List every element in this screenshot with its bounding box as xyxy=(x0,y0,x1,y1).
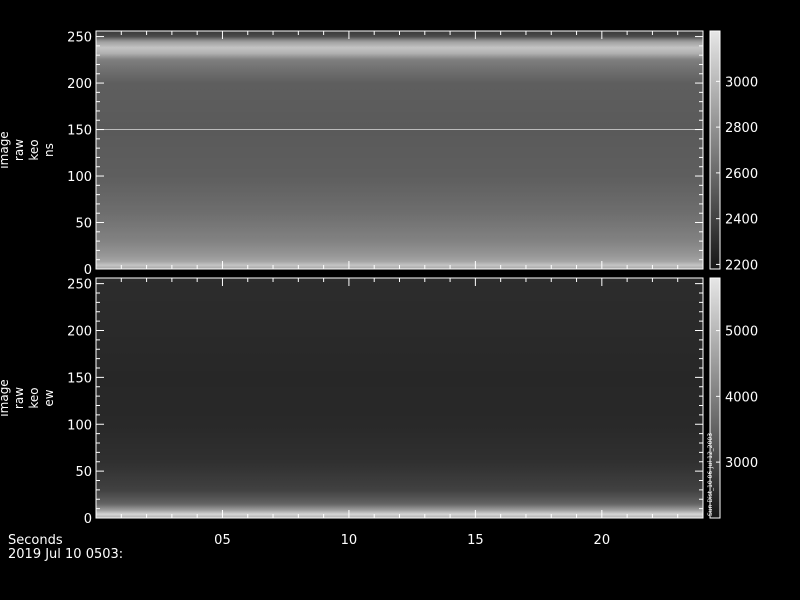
ns-ytick-label: 50 xyxy=(75,217,92,232)
ew-ylabel-line: ew xyxy=(42,389,56,406)
ew-ytick-label: 0 xyxy=(84,512,92,527)
x-axis-label: Seconds xyxy=(8,533,63,548)
ns-cbar-tick-label: 2400 xyxy=(725,213,758,228)
ew-ytick-label: 50 xyxy=(75,465,92,480)
ns-ytick-label: 150 xyxy=(67,124,92,139)
x-tick-label: 15 xyxy=(467,533,484,548)
colorbar-side-label: Sun Dist_10 06-Jul-12_2003 xyxy=(707,433,714,516)
ns-cbar-tick-label: 3000 xyxy=(725,75,758,90)
ew-ylabel-line: image xyxy=(0,379,11,416)
date-label: 2019 Jul 10 0503: xyxy=(8,547,123,562)
ew-ytick-label: 100 xyxy=(67,418,92,433)
ew-ytick-label: 250 xyxy=(67,278,92,293)
ns-heatmap-fill xyxy=(96,31,703,269)
ns-cbar-tick-label: 2600 xyxy=(725,167,758,182)
panel-ew: 0 50 100 150 200 250 image raw keo ew 3000 4000 50… xyxy=(0,277,758,527)
x-tick-label: 20 xyxy=(594,533,611,548)
ew-heatmap-fill xyxy=(96,278,703,518)
ns-ytick-label: 200 xyxy=(67,77,92,92)
x-tick-labels: 05 10 15 20 xyxy=(214,533,610,548)
ns-ylabel-line: ns xyxy=(42,143,56,157)
ns-ylabel-line: image xyxy=(0,131,11,168)
ew-ytick-label: 150 xyxy=(67,371,92,386)
ns-ylabel-line: keo xyxy=(27,139,41,160)
ns-cbar-tick-label: 2800 xyxy=(725,121,758,136)
ew-ylabel-line: raw xyxy=(12,387,26,409)
ns-colorbar xyxy=(709,30,721,270)
x-tick-label: 05 xyxy=(214,533,231,548)
ns-colorbar-ticks: 2200 2400 2600 2800 3000 xyxy=(716,75,758,273)
ew-ylabel-line: keo xyxy=(27,387,41,408)
ns-y-label: image raw keo ns xyxy=(0,131,56,168)
ew-colorbar-ticks: 3000 4000 5000 xyxy=(716,325,758,471)
ew-cbar-tick-label: 4000 xyxy=(725,390,758,405)
ew-ytick-label: 200 xyxy=(67,325,92,340)
ns-ytick-label: 100 xyxy=(67,170,92,185)
ns-ytick-label: 250 xyxy=(67,31,92,46)
ns-ylabel-line: raw xyxy=(12,139,26,161)
ew-cbar-tick-label: 3000 xyxy=(725,456,758,471)
ns-cbar-tick-label: 2200 xyxy=(725,258,758,273)
ns-ytick-label: 0 xyxy=(84,263,92,278)
ew-heatmap xyxy=(96,278,703,518)
panel-ns: 0 50 100 150 200 250 image raw keo ns 2200 2400 26… xyxy=(0,30,758,278)
keogram-figure: 050100150200250 image raw keo ns 2200240026… xyxy=(0,30,758,562)
ns-heatmap xyxy=(96,31,703,269)
ew-y-label: image raw keo ew xyxy=(0,379,56,416)
ew-cbar-tick-label: 5000 xyxy=(725,325,758,340)
x-tick-label: 10 xyxy=(341,533,358,548)
ns-colorbar-bar xyxy=(709,30,721,270)
